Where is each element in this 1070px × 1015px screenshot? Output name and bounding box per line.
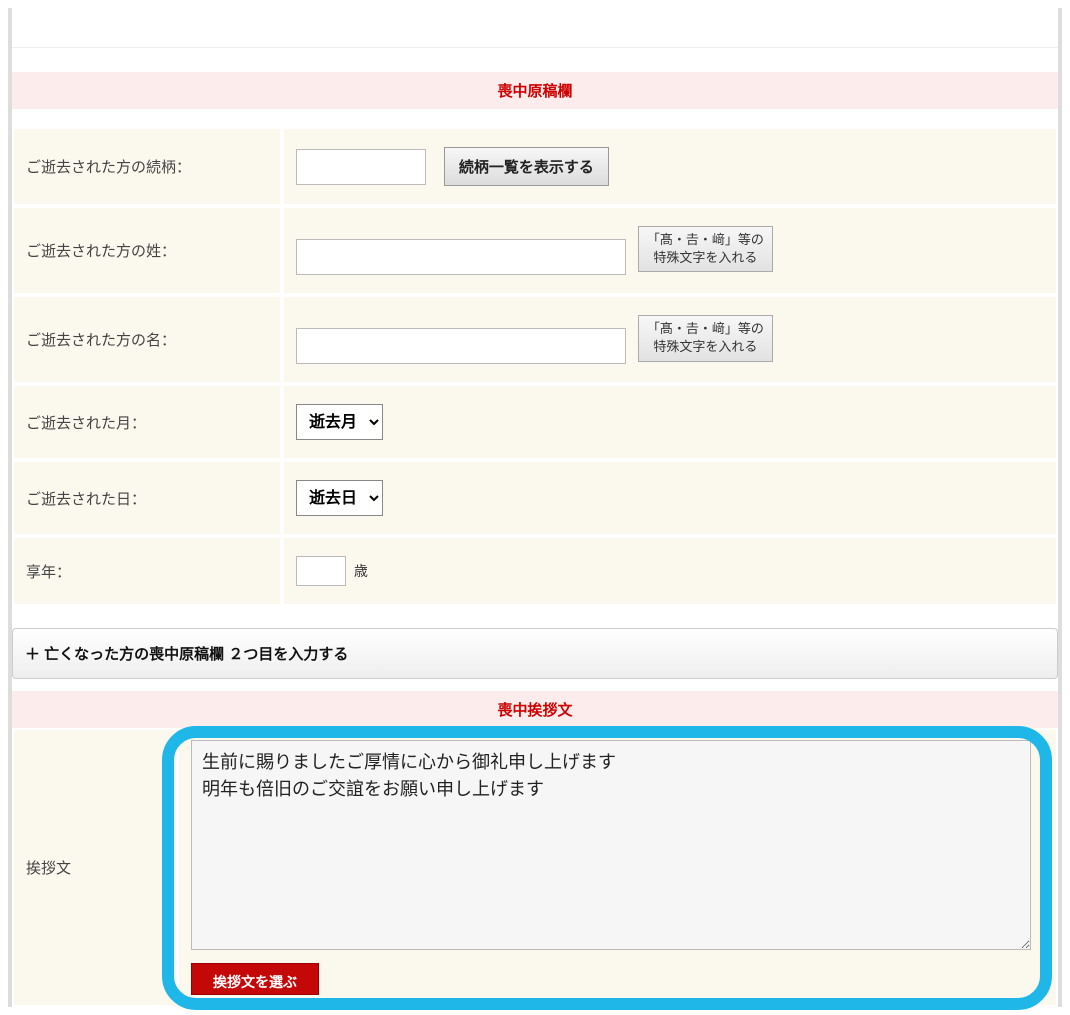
- special-char-line2: 特殊文字を入れる: [653, 250, 757, 265]
- add-second-entry-button[interactable]: ＋ 亡くなった方の喪中原稿欄 ２つ目を入力する: [12, 628, 1058, 679]
- greeting-textarea[interactable]: [191, 740, 1031, 950]
- section-header-greeting: 喪中挨拶文: [12, 691, 1058, 728]
- special-char-line1: 「髙・𠮷・﨑」等の: [647, 232, 764, 247]
- day-select[interactable]: 逝去日: [296, 480, 383, 516]
- label-month: ご逝去された月：: [12, 384, 282, 460]
- month-select[interactable]: 逝去月: [296, 404, 383, 440]
- special-char-line1: 「髙・𠮷・﨑」等の: [647, 321, 764, 336]
- label-surname: ご逝去された方の姓：: [12, 206, 282, 295]
- special-char-line2: 特殊文字を入れる: [653, 339, 757, 354]
- special-char-button-givenname[interactable]: 「髙・𠮷・﨑」等の 特殊文字を入れる: [638, 315, 773, 361]
- manuscript-form: ご逝去された方の続柄： 続柄一覧を表示する ご逝去された方の姓： 「髙・𠮷・﨑」…: [12, 127, 1058, 606]
- relation-input[interactable]: [296, 149, 426, 185]
- age-unit: 歳: [354, 563, 368, 579]
- top-spacer: [12, 8, 1058, 48]
- age-input[interactable]: [296, 556, 346, 586]
- show-relation-list-button[interactable]: 続柄一覧を表示する: [444, 147, 609, 186]
- surname-input[interactable]: [296, 239, 626, 275]
- label-givenname: ご逝去された方の名：: [12, 295, 282, 384]
- label-age: 享年：: [12, 536, 282, 606]
- greeting-form: 挨拶文 挨拶文を選ぶ: [12, 728, 1058, 1007]
- label-relation: ご逝去された方の続柄：: [12, 127, 282, 206]
- choose-greeting-button[interactable]: 挨拶文を選ぶ: [191, 963, 319, 995]
- givenname-input[interactable]: [296, 328, 626, 364]
- label-greeting: 挨拶文: [12, 728, 177, 1007]
- special-char-button-surname[interactable]: 「髙・𠮷・﨑」等の 特殊文字を入れる: [638, 226, 773, 272]
- section-header-manuscript: 喪中原稿欄: [12, 72, 1058, 109]
- label-day: ご逝去された日：: [12, 460, 282, 536]
